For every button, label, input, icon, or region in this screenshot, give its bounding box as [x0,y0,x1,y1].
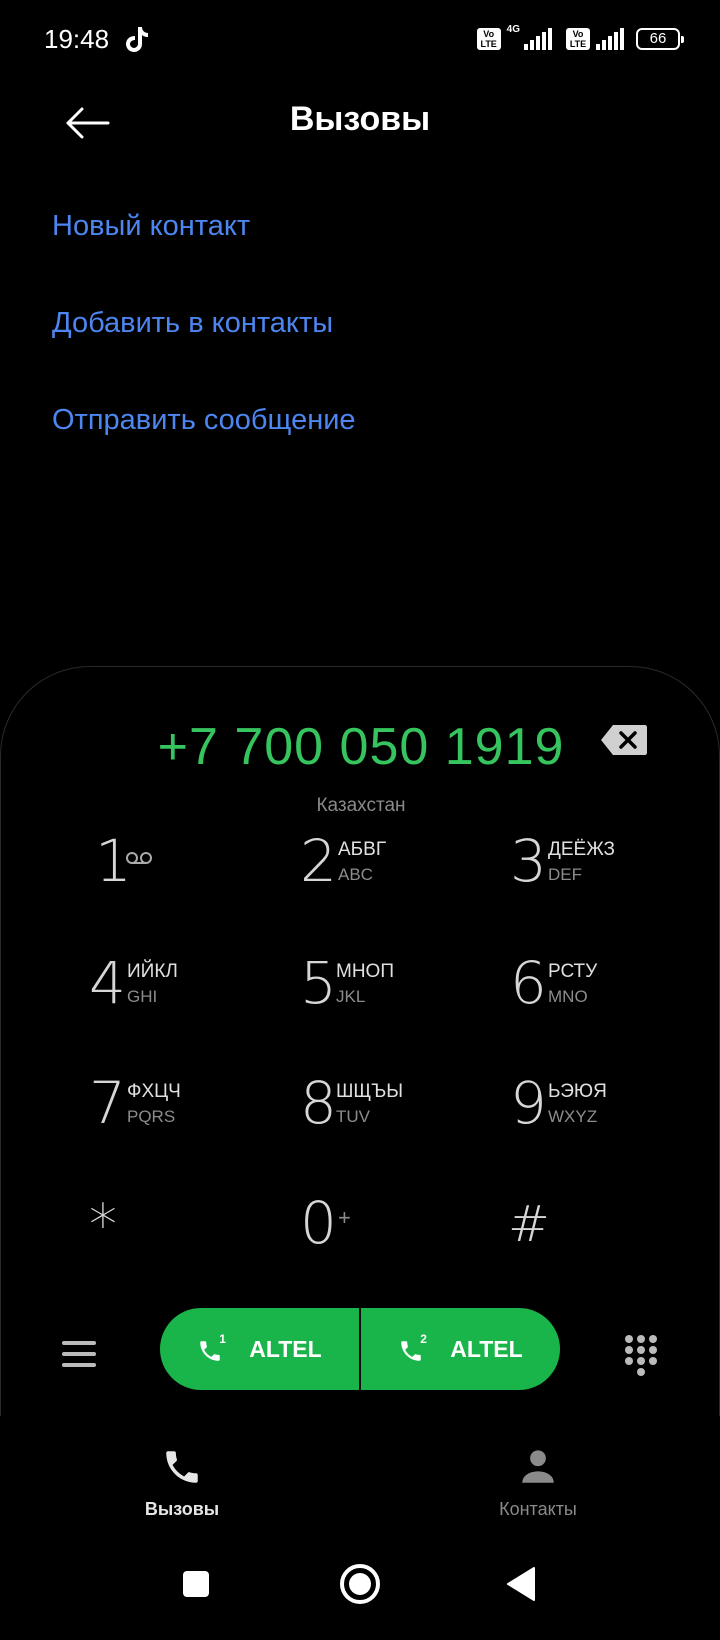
status-icons: Vo LTE 4G Vo LTE 66 [476,24,684,54]
tab-contacts-label: Контакты [499,1499,577,1519]
phone-icon [166,1451,198,1483]
key-digit: * [89,1193,117,1258]
page-title: Вызовы [289,100,431,138]
key-letters-cyrillic: ФХЦЧ [127,1081,181,1102]
key-letters-cyrillic: АБВГ [338,839,387,860]
key-letters-cyrillic: ДЕЁЖЗ [548,839,616,860]
key-digit: 9 [510,1069,547,1137]
tab-calls[interactable]: Вызовы [102,1446,262,1520]
dialpad-grid-icon[interactable] [624,1334,658,1378]
key-letters-cyrillic: ИЙКЛ [127,961,178,982]
key-digit: 6 [510,949,547,1017]
key-3[interactable]: 3 ДЕЁЖЗ DEF [506,827,706,927]
send-message-link[interactable]: Отправить сообщение [52,404,356,437]
phone-sim2-icon: 2 [398,1332,428,1364]
key-9[interactable]: 9 ЬЭЮЯ WXYZ [506,1069,706,1169]
key-digit: 7 [89,1069,126,1137]
key-letters-cyrillic: МНОП [336,961,394,982]
key-letters-latin: GHI [127,987,158,1006]
key-8[interactable]: 8 ШЩЪЫ TUV [296,1069,496,1169]
key-letters-cyrillic: ШЩЪЫ [336,1081,404,1102]
key-4[interactable]: 4 ИЙКЛ GHI [87,949,287,1049]
call-buttons: 1 ALTEL 2 ALTEL [160,1308,560,1390]
signal-icon [524,28,552,50]
volte-badge: Vo LTE [476,28,501,50]
key-letters-latin: JKL [336,987,366,1006]
key-5[interactable]: 5 МНОП JKL [296,949,496,1049]
system-navigation [0,1560,720,1630]
key-letters-cyrillic: ЬЭЮЯ [548,1081,607,1102]
tab-calls-label: Вызовы [144,1499,220,1519]
key-letters-latin: DEF [548,865,582,884]
key-digit: 0 [300,1189,337,1257]
key-digit: 3 [510,827,547,895]
volte-badge-2: Vo LTE [566,28,590,50]
tiktok-icon [126,27,148,52]
tab-contacts[interactable]: Контакты [458,1446,618,1520]
voicemail-icon [126,852,152,864]
call-sim1-button[interactable]: 1 ALTEL [160,1308,359,1390]
person-icon [522,1450,554,1483]
phone-sim1-icon: 1 [197,1332,227,1364]
back-triangle-icon[interactable] [504,1564,538,1604]
key-hash[interactable]: # [506,1189,706,1289]
new-contact-link[interactable]: Новый контакт [52,210,250,243]
home-icon[interactable] [338,1562,382,1606]
recents-icon[interactable] [180,1568,212,1600]
add-to-contacts-link[interactable]: Добавить в контакты [52,307,333,340]
key-digit: # [508,1195,550,1253]
key-0[interactable]: 0 + [296,1189,496,1289]
sim-number: 1 [219,1332,226,1346]
header: Вызовы [0,80,720,162]
sim-number: 2 [420,1332,427,1346]
battery-icon: 66 [636,28,684,50]
key-2[interactable]: 2 АБВГ ABC [296,827,496,927]
dialpad-panel: +7 700 050 1919 Казахстан 1 2 АБВГ ABC 3… [0,666,720,1416]
key-digit: 8 [300,1069,337,1137]
key-star[interactable]: * [87,1189,287,1289]
key-plus: + [338,1205,351,1230]
key-digit: 4 [89,949,126,1017]
status-time: 19:48 [44,24,110,54]
key-7[interactable]: 7 ФХЦЧ PQRS [87,1069,287,1169]
key-letters-latin: TUV [336,1107,370,1126]
key-letters-latin: PQRS [127,1107,176,1126]
menu-icon[interactable] [62,1340,96,1368]
key-digit: 5 [300,949,337,1017]
network-type: 4G [506,24,520,35]
key-6[interactable]: 6 РСТУ MNO [506,949,706,1049]
status-bar: 19:48 Vo LTE 4G Vo LTE 66 [0,0,720,80]
carrier-label: ALTEL [249,1335,322,1362]
region-label: Казахстан [316,795,406,816]
signal-icon-2 [596,28,624,50]
carrier-label: ALTEL [450,1335,523,1362]
key-letters-cyrillic: РСТУ [548,961,598,982]
key-letters-latin: WXYZ [548,1107,598,1126]
key-1[interactable]: 1 [81,827,281,927]
key-letters-latin: MNO [548,987,588,1006]
key-letters-latin: ABC [338,865,373,884]
call-sim2-button[interactable]: 2 ALTEL [361,1308,560,1390]
backspace-icon[interactable] [599,723,649,757]
key-digit: 2 [300,827,337,895]
